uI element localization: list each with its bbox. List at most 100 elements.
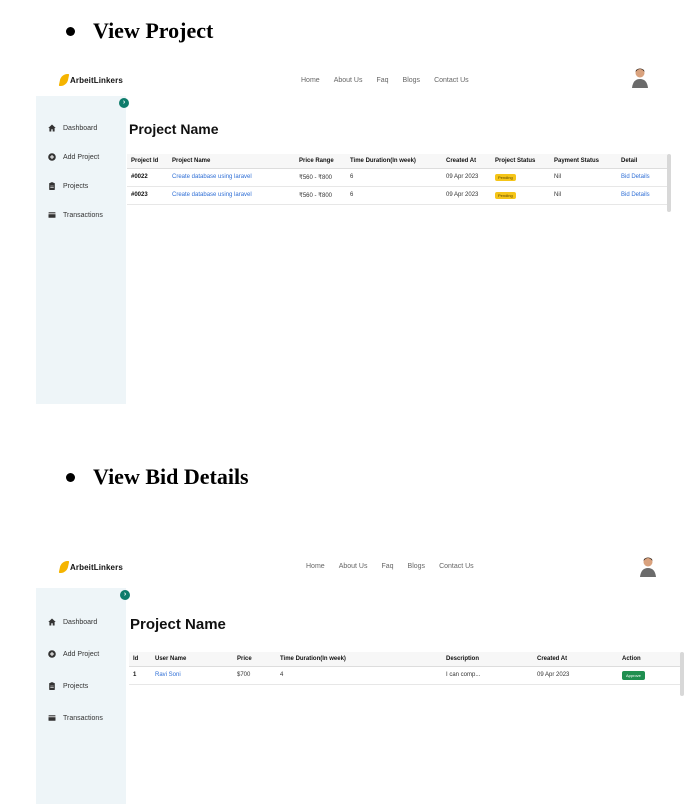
bid-details-screen: ArbeitLinkers Home About Us Faq Blogs Co… [36,552,686,804]
bid-price: $700 [233,666,276,685]
table-scrollbar[interactable] [680,652,684,696]
payment-status: Nil [550,186,617,205]
project-screen: ArbeitLinkers Home About Us Faq Blogs Co… [36,66,686,404]
heading-text: View Project [93,18,214,43]
wallet-icon [48,715,56,721]
brand-logo[interactable]: ArbeitLinkers [58,561,123,573]
sidebar-item-add-project[interactable]: Add Project [48,153,99,161]
sidebar-item-label: Transactions [63,714,103,722]
nav-contact[interactable]: Contact Us [434,77,469,84]
bid-description: I can comp... [442,666,533,685]
avatar[interactable] [638,555,658,577]
nav-blogs[interactable]: Blogs [403,77,421,84]
nav-about[interactable]: About Us [334,77,363,84]
home-icon [48,124,56,132]
created-at: 09 Apr 2023 [442,168,491,187]
project-status: Pending [491,186,550,205]
status-badge: Pending [495,191,516,199]
sidebar-item-projects[interactable]: Projects [48,182,88,190]
bid-details-link[interactable]: Bid Details [617,186,667,205]
wallet-icon [48,212,56,218]
column-header: Payment Status [550,154,617,169]
column-header: Created At [442,154,491,169]
sidebar-item-add-project[interactable]: Add Project [48,650,99,658]
nav-links: Home About Us Faq Blogs Contact Us [301,77,469,84]
logo-icon [58,74,70,86]
navbar: ArbeitLinkers Home About Us Faq Blogs Co… [36,66,686,96]
column-header: Detail [617,154,667,169]
user-name-link[interactable]: Ravi Soni [151,666,233,685]
brand-logo[interactable]: ArbeitLinkers [58,74,123,86]
price-range: ₹560 - ₹800 [295,186,346,205]
column-header: Description [442,652,533,667]
column-header: Price [233,652,276,667]
column-header: Id [129,652,151,667]
bids-table: Id User Name Price Time Duration(In week… [129,652,680,685]
project-name-link[interactable]: Create database using laravel [168,168,295,187]
column-header: User Name [151,652,233,667]
column-header: Project Status [491,154,550,169]
column-header: Time Duration(In week) [276,652,442,667]
sidebar-item-label: Add Project [63,153,100,161]
nav-faq[interactable]: Faq [376,77,388,84]
logo-icon [58,561,70,573]
clipboard-icon [49,682,55,690]
sidebar-item-label: Transactions [63,211,103,219]
project-name-link[interactable]: Create database using laravel [168,186,295,205]
action-cell: Approve [618,666,680,685]
doc-heading-view-project: View Project [66,18,213,44]
brand-name: ArbeitLinkers [70,562,123,572]
created-at: 09 Apr 2023 [442,186,491,205]
column-header: Action [618,652,680,667]
column-header: Time Duration(In week) [346,154,442,169]
nav-blogs[interactable]: Blogs [408,563,426,570]
page-title: Project Name [130,616,226,633]
bid-details-link[interactable]: Bid Details [617,168,667,187]
table-header-row: Id User Name Price Time Duration(In week… [129,652,680,667]
bid-id: 1 [129,666,151,685]
created-at: 09 Apr 2023 [533,666,618,685]
sidebar-item-label: Add Project [63,650,100,658]
bullet-icon [66,472,75,482]
heading-text: View Bid Details [93,464,249,489]
status-badge: Pending [495,173,516,181]
nav-about[interactable]: About Us [339,563,368,570]
doc-heading-view-bid-details: View Bid Details [66,464,249,490]
sidebar-item-label: Projects [63,682,89,690]
plus-circle-icon [48,650,56,658]
nav-links: Home About Us Faq Blogs Contact Us [306,563,474,570]
projects-table: Project Id Project Name Price Range Time… [127,154,667,205]
sidebar-item-label: Dashboard [63,124,98,132]
home-icon [48,618,56,626]
time-duration: 6 [346,168,442,187]
time-duration: 4 [276,666,442,685]
clipboard-icon [49,182,55,190]
table-row: 1 Ravi Soni $700 4 I can comp... 09 Apr … [129,666,680,685]
time-duration: 6 [346,186,442,205]
sidebar-item-label: Projects [63,182,89,190]
nav-faq[interactable]: Faq [381,563,393,570]
approve-button[interactable]: Approve [622,670,645,680]
sidebar [36,96,126,404]
table-scrollbar[interactable] [667,154,671,212]
nav-home[interactable]: Home [301,77,320,84]
bullet-icon [66,26,75,36]
brand-name: ArbeitLinkers [70,75,123,85]
project-id: #0022 [127,168,168,187]
sidebar-item-transactions[interactable]: Transactions [48,211,103,219]
column-header: Project Id [127,154,168,169]
sidebar-toggle-button[interactable]: › [119,98,129,108]
sidebar-item-projects[interactable]: Projects [48,682,88,690]
page-title: Project Name [129,121,219,137]
payment-status: Nil [550,168,617,187]
sidebar-item-dashboard[interactable]: Dashboard [48,618,97,626]
nav-contact[interactable]: Contact Us [439,563,474,570]
table-header-row: Project Id Project Name Price Range Time… [127,154,667,169]
plus-circle-icon [48,153,56,161]
sidebar-toggle-button[interactable]: › [120,590,130,600]
sidebar-item-transactions[interactable]: Transactions [48,714,103,722]
avatar[interactable] [630,66,650,88]
nav-home[interactable]: Home [306,563,325,570]
sidebar-item-label: Dashboard [63,618,98,626]
sidebar-item-dashboard[interactable]: Dashboard [48,124,97,132]
